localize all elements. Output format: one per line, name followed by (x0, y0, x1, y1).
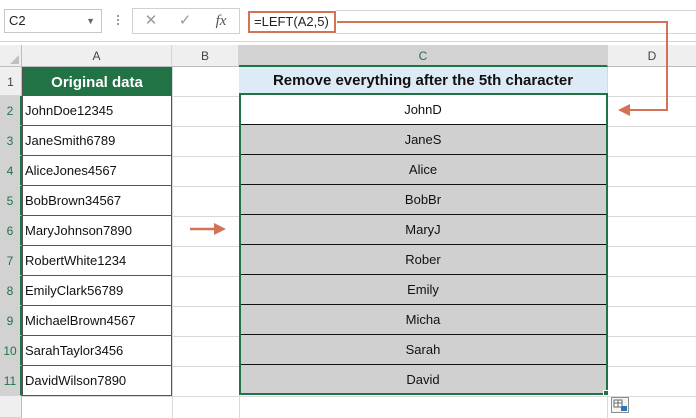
right-arrow-icon (190, 223, 226, 235)
connector-arrow-icon (337, 21, 668, 116)
annotation-arrows (190, 21, 668, 235)
